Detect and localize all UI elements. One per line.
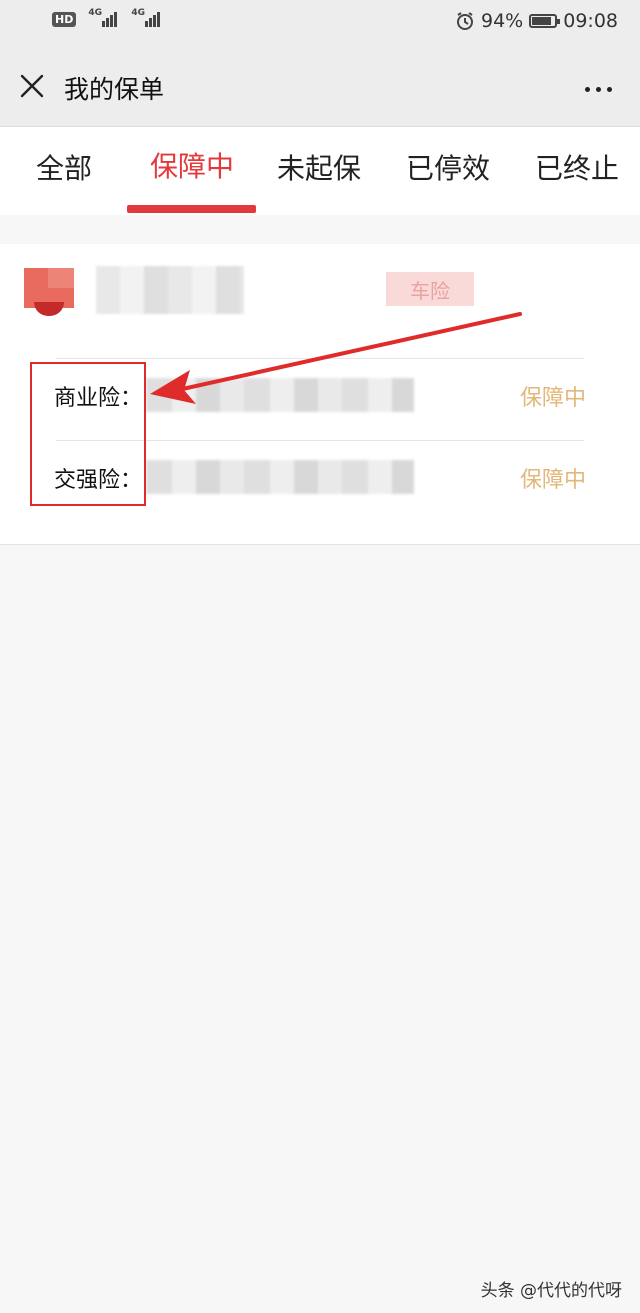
redacted-policy-number (146, 378, 414, 412)
watermark: 头条 @代代的代呀 (480, 1281, 622, 1301)
active-tab-indicator (127, 205, 256, 213)
signal-icon-2: 4G (131, 8, 161, 27)
more-icon (582, 77, 615, 96)
status-right: 94% 09:08 (455, 10, 618, 32)
policy-type-tag: 车险 (386, 272, 474, 306)
tab-active-coverage[interactable]: 保障中 (150, 145, 234, 185)
close-button[interactable] (14, 68, 50, 104)
status-left: HD 4G 4G (52, 8, 161, 27)
policy-tabs: 全部 保障中 未起保 已停效 已终止 (0, 126, 640, 215)
tab-terminated[interactable]: 已终止 (535, 147, 619, 187)
alarm-icon (457, 12, 473, 30)
close-icon (20, 74, 44, 98)
tab-suspended[interactable]: 已停效 (406, 147, 490, 187)
battery-percent: 94% (481, 10, 524, 32)
annotation-highlight-box (30, 362, 146, 506)
policy-card[interactable]: 车险 商业险： 保障中 交强险： 保障中 (0, 244, 640, 545)
page-title: 我的保单 (64, 75, 165, 104)
clock-time: 09:08 (563, 10, 618, 32)
signal-icon: 4G (88, 8, 118, 27)
insurer-logo (24, 268, 74, 316)
policy-status: 保障中 (519, 468, 586, 493)
policy-status: 保障中 (519, 386, 586, 411)
network-type-2: 4G (131, 8, 145, 18)
battery-icon (529, 14, 561, 28)
hd-badge: HD (52, 12, 77, 27)
redacted-policy-number (146, 460, 414, 494)
nav-bar: 我的保单 (0, 46, 640, 126)
tab-all[interactable]: 全部 (36, 147, 92, 187)
network-type: 4G (88, 8, 102, 18)
tab-not-started[interactable]: 未起保 (277, 147, 361, 187)
more-button[interactable] (578, 72, 618, 100)
status-bar: HD 4G 4G 94% 09:08 (0, 0, 640, 46)
redacted-insurer-name (96, 266, 244, 314)
